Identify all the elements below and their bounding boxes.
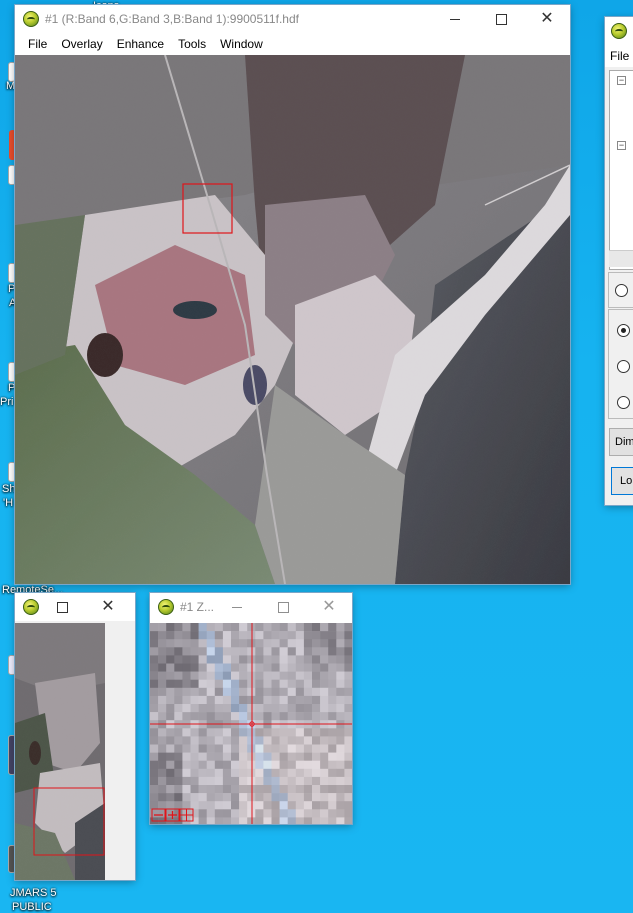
dialog-menubar: File xyxy=(605,45,633,67)
image-window-titlebar[interactable]: #1 (R:Band 6,G:Band 3,B:Band 1):9900511f… xyxy=(15,5,570,33)
menu-overlay[interactable]: Overlay xyxy=(54,37,109,51)
desktop-label-pri[interactable]: Pri xyxy=(0,396,13,408)
band-tree-panel[interactable]: − − xyxy=(609,70,633,270)
close-icon: ✕ xyxy=(540,10,554,27)
scroll-image-canvas[interactable] xyxy=(15,623,105,880)
image-window-title: #1 (R:Band 6,G:Band 3,B:Band 1):9900511f… xyxy=(45,12,299,26)
dims-button[interactable]: Dim xyxy=(609,428,633,456)
close-button[interactable]: ✕ xyxy=(85,593,131,621)
image-window: #1 (R:Band 6,G:Band 3,B:Band 1):9900511f… xyxy=(15,5,570,584)
radio-button[interactable] xyxy=(615,284,628,297)
zoom-window: #1 Z... ✕ xyxy=(150,593,352,824)
zoom-window-titlebar[interactable]: #1 Z... ✕ xyxy=(150,593,352,621)
satellite-image-canvas[interactable] xyxy=(15,55,570,584)
zoom-window-title: #1 Z... xyxy=(180,600,215,614)
tree-collapse-icon[interactable]: − xyxy=(617,141,626,150)
desktop-label-public[interactable]: PUBLIC xyxy=(12,901,52,913)
envi-app-icon xyxy=(23,11,39,27)
scroll-overview-image xyxy=(15,623,105,880)
menu-enhance[interactable]: Enhance xyxy=(110,37,171,51)
zoom-image-canvas[interactable] xyxy=(150,623,352,824)
desktop-label-h[interactable]: 'H xyxy=(3,497,13,509)
option-group xyxy=(608,272,633,308)
satellite-image xyxy=(15,55,570,584)
close-icon: ✕ xyxy=(322,598,336,615)
tree-collapse-icon[interactable]: − xyxy=(617,76,626,85)
scroll-window: ✕ xyxy=(15,593,135,880)
maximize-button[interactable] xyxy=(478,5,524,33)
image-window-menubar: File Overlay Enhance Tools Window xyxy=(15,33,570,55)
minimize-button[interactable] xyxy=(432,5,478,33)
load-button[interactable]: Lo xyxy=(611,467,633,495)
close-icon: ✕ xyxy=(101,598,115,615)
maximize-button[interactable] xyxy=(39,593,85,621)
close-button[interactable]: ✕ xyxy=(306,593,352,621)
close-button[interactable]: ✕ xyxy=(524,5,570,33)
tree-scrollbar[interactable] xyxy=(609,250,633,267)
envi-app-icon xyxy=(158,599,174,615)
minimize-button[interactable] xyxy=(214,593,260,621)
desktop-label-m[interactable]: M xyxy=(6,80,15,92)
menu-file[interactable]: File xyxy=(21,37,54,51)
radio-button[interactable] xyxy=(617,360,630,373)
menu-tools[interactable]: Tools xyxy=(171,37,213,51)
scroll-window-titlebar[interactable]: ✕ xyxy=(15,593,135,621)
dialog-menu-file[interactable]: File xyxy=(610,49,629,63)
desktop-label-jmars[interactable]: JMARS 5 xyxy=(10,887,56,899)
envi-app-icon xyxy=(23,599,39,615)
option-group xyxy=(608,309,633,419)
envi-app-icon xyxy=(611,23,627,39)
menu-window[interactable]: Window xyxy=(213,37,270,51)
radio-button[interactable] xyxy=(617,396,630,409)
radio-button-selected[interactable] xyxy=(617,324,630,337)
dialog-titlebar[interactable] xyxy=(605,17,633,45)
zoom-pixel-image xyxy=(150,623,352,824)
maximize-button[interactable] xyxy=(260,593,306,621)
dialog-window: File − − Dim Lo xyxy=(605,17,633,505)
desktop-label-sh[interactable]: Sh xyxy=(2,483,15,495)
